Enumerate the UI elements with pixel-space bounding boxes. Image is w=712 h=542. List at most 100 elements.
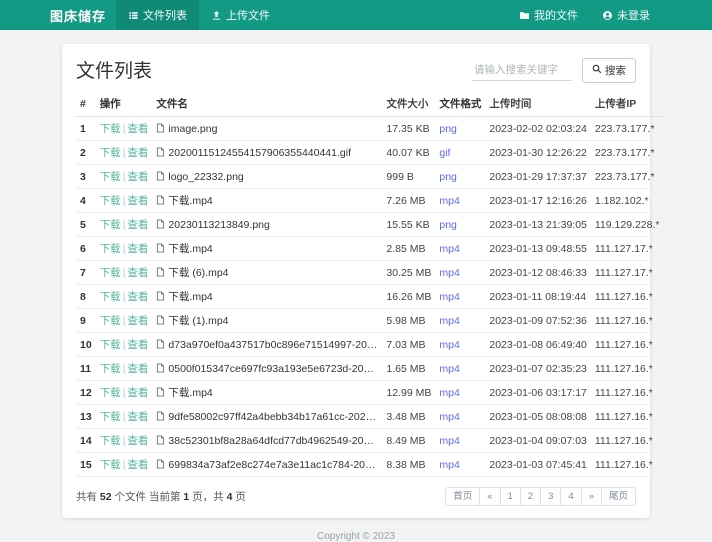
file-format-link[interactable]: mp4 — [439, 267, 459, 279]
file-format-link[interactable]: mp4 — [439, 339, 459, 351]
file-size: 12.99 MB — [382, 381, 435, 405]
download-link[interactable]: 下载 — [100, 291, 121, 303]
file-format-link[interactable]: png — [439, 219, 457, 231]
view-link[interactable]: 查看 — [127, 219, 148, 231]
uploader-ip: 111.127.16.* — [591, 357, 664, 381]
download-link[interactable]: 下载 — [100, 147, 121, 159]
nav-item-upload-file[interactable]: 上传文件 — [199, 0, 282, 30]
current-page-number: 1 — [183, 491, 189, 503]
upload-icon — [211, 10, 222, 21]
action-separator: | — [123, 435, 126, 447]
page-title: 文件列表 — [76, 56, 152, 83]
file-format-link[interactable]: mp4 — [439, 243, 459, 255]
nav-item-label: 未登录 — [617, 7, 650, 23]
row-index: 8 — [76, 285, 96, 309]
view-link[interactable]: 查看 — [127, 411, 148, 423]
action-separator: | — [123, 387, 126, 399]
view-link[interactable]: 查看 — [127, 363, 148, 375]
action-separator: | — [123, 147, 126, 159]
file-format-link[interactable]: png — [439, 123, 457, 135]
uploader-ip: 111.127.16.* — [591, 453, 664, 477]
search-button[interactable]: 搜索 — [582, 58, 636, 83]
search-input[interactable] — [472, 60, 572, 81]
download-link[interactable]: 下载 — [100, 267, 121, 279]
file-size: 8.49 MB — [382, 429, 435, 453]
view-link[interactable]: 查看 — [127, 315, 148, 327]
view-link[interactable]: 查看 — [127, 339, 148, 351]
download-link[interactable]: 下载 — [100, 219, 121, 231]
download-link[interactable]: 下载 — [100, 387, 121, 399]
file-size: 16.26 MB — [382, 285, 435, 309]
file-format-link[interactable]: gif — [439, 147, 450, 159]
download-link[interactable]: 下载 — [100, 243, 121, 255]
search-icon — [592, 64, 602, 77]
upload-time: 2023-01-17 12:16:26 — [485, 189, 591, 213]
file-format-link[interactable]: mp4 — [439, 435, 459, 447]
row-index: 3 — [76, 165, 96, 189]
table-header-row: # 操作 文件名 文件大小 文件格式 上传时间 上传者IP — [76, 91, 664, 117]
pagination-page-1[interactable]: 1 — [500, 487, 521, 506]
file-size: 1.65 MB — [382, 357, 435, 381]
view-link[interactable]: 查看 — [127, 435, 148, 447]
file-icon — [156, 219, 165, 229]
upload-time: 2023-01-03 07:45:41 — [485, 453, 591, 477]
download-link[interactable]: 下载 — [100, 339, 121, 351]
header-filesize: 文件大小 — [382, 91, 435, 117]
download-link[interactable]: 下载 — [100, 123, 121, 135]
upload-time: 2023-01-13 09:48:55 — [485, 237, 591, 261]
table-row: 6 下载|查看 下载.mp4 2.85 MB mp4 2023-01-13 09… — [76, 237, 664, 261]
total-pages-count: 4 — [227, 491, 233, 503]
action-separator: | — [123, 363, 126, 375]
view-link[interactable]: 查看 — [127, 171, 148, 183]
pagination-page-2[interactable]: 2 — [520, 487, 541, 506]
pagination-page-3[interactable]: 3 — [540, 487, 561, 506]
view-link[interactable]: 查看 — [127, 291, 148, 303]
file-format-link[interactable]: png — [439, 171, 457, 183]
download-link[interactable]: 下载 — [100, 435, 121, 447]
nav-item-label: 文件列表 — [143, 7, 187, 23]
nav-item-file-list[interactable]: 文件列表 — [116, 0, 199, 30]
file-format-link[interactable]: mp4 — [439, 411, 459, 423]
file-format-link[interactable]: mp4 — [439, 315, 459, 327]
file-name: 20230113213849.png — [168, 219, 269, 231]
view-link[interactable]: 查看 — [127, 195, 148, 207]
view-link[interactable]: 查看 — [127, 147, 148, 159]
pagination-prev[interactable]: « — [479, 487, 500, 506]
pagination-last[interactable]: 尾页 — [601, 487, 636, 506]
upload-time: 2023-01-30 12:26:22 — [485, 141, 591, 165]
view-link[interactable]: 查看 — [127, 387, 148, 399]
pagination-page-4[interactable]: 4 — [560, 487, 581, 506]
row-actions: 下载|查看 — [96, 261, 153, 285]
table-row: 14 下载|查看 38c52301bf8a28a64dfcd77db496254… — [76, 429, 664, 453]
row-actions: 下载|查看 — [96, 285, 153, 309]
download-link[interactable]: 下载 — [100, 411, 121, 423]
file-name: 9dfe58002c97ff42a4bebb34b17a61cc-2023-01… — [168, 411, 382, 423]
download-link[interactable]: 下载 — [100, 171, 121, 183]
view-link[interactable]: 查看 — [127, 459, 148, 471]
view-link[interactable]: 查看 — [127, 243, 148, 255]
table-row: 10 下载|查看 d73a970ef0a437517b0c896e7151499… — [76, 333, 664, 357]
view-link[interactable]: 查看 — [127, 267, 148, 279]
upload-time: 2023-01-06 03:17:17 — [485, 381, 591, 405]
nav-item-login-status[interactable]: 未登录 — [590, 0, 662, 30]
file-format-link[interactable]: mp4 — [439, 195, 459, 207]
file-name: 下载.mp4 — [168, 195, 212, 207]
action-separator: | — [123, 123, 126, 135]
download-link[interactable]: 下载 — [100, 195, 121, 207]
pagination: 首页 « 1 2 3 4 » 尾页 — [445, 487, 636, 506]
file-format-link[interactable]: mp4 — [439, 291, 459, 303]
pagination-next[interactable]: » — [581, 487, 602, 506]
row-index: 14 — [76, 429, 96, 453]
pagination-first[interactable]: 首页 — [445, 487, 480, 506]
uploader-ip: 1.182.102.* — [591, 189, 664, 213]
download-link[interactable]: 下载 — [100, 315, 121, 327]
file-format-link[interactable]: mp4 — [439, 387, 459, 399]
file-name: 20200115124554157906355440441.gif — [168, 147, 351, 159]
download-link[interactable]: 下载 — [100, 459, 121, 471]
download-link[interactable]: 下载 — [100, 363, 121, 375]
table-row: 12 下载|查看 下载.mp4 12.99 MB mp4 2023-01-06 … — [76, 381, 664, 405]
file-format-link[interactable]: mp4 — [439, 459, 459, 471]
view-link[interactable]: 查看 — [127, 123, 148, 135]
file-format-link[interactable]: mp4 — [439, 363, 459, 375]
nav-item-my-files[interactable]: 我的文件 — [507, 0, 590, 30]
